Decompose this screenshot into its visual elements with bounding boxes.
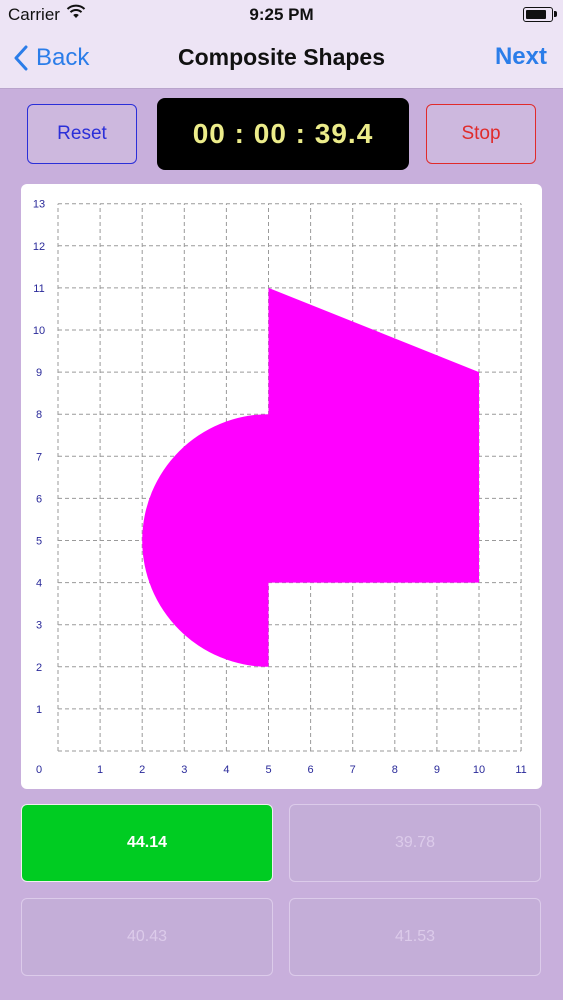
y-tick-label: 5	[36, 536, 42, 548]
navigation-bar: Back Composite Shapes Next	[0, 30, 563, 89]
stop-button[interactable]: Stop	[426, 104, 536, 164]
y-tick-label: 2	[36, 662, 42, 674]
x-tick-label: 0	[36, 764, 42, 776]
x-tick-label: 9	[434, 764, 440, 776]
answer-option-4[interactable]: 41.53	[289, 898, 541, 976]
answer-option-1[interactable]: 44.14	[21, 804, 273, 882]
y-tick-label: 4	[36, 578, 42, 590]
y-tick-label: 13	[33, 199, 45, 211]
answer-option-2[interactable]: 39.78	[289, 804, 541, 882]
coordinate-grid: 0 1 2 3 4 5 6 7 8 9 10 1112345678910111213	[33, 199, 527, 776]
x-tick-label: 11	[515, 764, 526, 776]
status-bar: Carrier 9:25 PM	[0, 0, 563, 30]
grid-panel: 0 1 2 3 4 5 6 7 8 9 10 11 1 2 3 4 5 6 7 8 9 10 11 12 13	[21, 184, 542, 789]
timer-display: 00 : 00 : 39.4	[157, 98, 409, 170]
x-tick-label: 2	[139, 764, 145, 776]
y-tick-label: 11	[33, 283, 44, 295]
x-tick-label: 5	[265, 764, 271, 776]
x-tick-label: 10	[473, 764, 485, 776]
y-tick-label: 3	[36, 620, 42, 632]
x-tick-label: 8	[392, 764, 398, 776]
y-tick-label: 10	[33, 325, 45, 337]
y-tick-label: 9	[36, 367, 42, 379]
answer-option-3[interactable]: 40.43	[21, 898, 273, 976]
next-button[interactable]: Next	[495, 43, 547, 71]
polygon-shape	[268, 287, 479, 583]
y-tick-label: 6	[36, 493, 42, 505]
x-tick-label: 7	[350, 764, 356, 776]
x-tick-label: 3	[181, 764, 187, 776]
y-tick-label: 8	[36, 409, 42, 421]
x-tick-label: 1	[97, 764, 103, 776]
status-time: 9:25 PM	[249, 5, 314, 24]
y-tick-label: 12	[33, 241, 45, 253]
y-tick-label: 1	[36, 704, 42, 716]
x-tick-label: 6	[308, 764, 314, 776]
battery-icon	[523, 7, 557, 22]
semicircle-shape	[142, 414, 269, 667]
reset-button[interactable]: Reset	[27, 104, 137, 164]
page-title: Composite Shapes	[177, 44, 386, 70]
y-tick-label: 7	[36, 451, 42, 463]
x-tick-label: 4	[223, 764, 229, 776]
